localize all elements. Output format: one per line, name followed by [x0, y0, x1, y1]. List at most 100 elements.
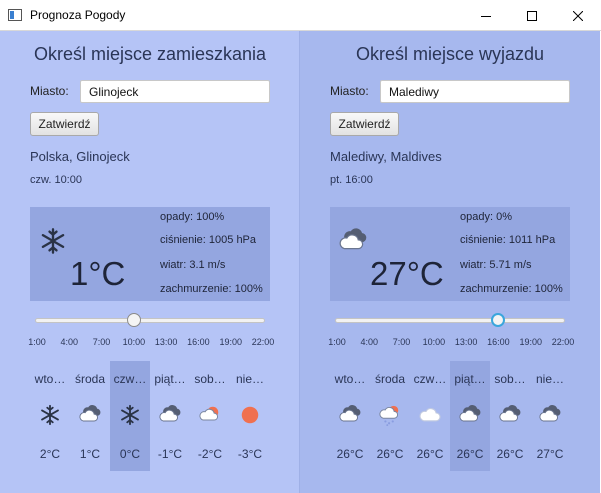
- forecast-day[interactable]: czw… 0°C: [110, 361, 150, 471]
- location-text: Polska, Glinojeck: [30, 149, 130, 164]
- cloud-icon: [78, 404, 102, 426]
- forecast-day[interactable]: sob… -2°C: [190, 361, 230, 471]
- hour-tick-label: 10:00: [422, 337, 446, 347]
- snowflake-icon: [38, 227, 68, 255]
- close-icon: [573, 10, 583, 21]
- forecast-day-temp: 26°C: [496, 447, 524, 461]
- forecast-day[interactable]: sob… 26°C: [490, 361, 530, 471]
- precipitation-text: opady: 100%: [160, 211, 225, 223]
- hour-tick-label: 13:00: [454, 337, 478, 347]
- forecast-day[interactable]: nie… -3°C: [230, 361, 270, 471]
- hour-slider-thumb[interactable]: [126, 313, 141, 327]
- hour-tick-label: 7:00: [92, 337, 111, 347]
- hour-tick-label: 16:00: [187, 337, 210, 347]
- city-input[interactable]: [380, 80, 570, 103]
- destination-panel: Określ miejsce wyjazdu Miasto: Zatwierdź…: [300, 31, 600, 493]
- minimize-button[interactable]: [463, 0, 509, 31]
- forecast-day[interactable]: wto… 2°C: [30, 361, 70, 471]
- cloud-icon: [458, 404, 482, 426]
- pressure-text: ciśnienie: 1005 hPa: [160, 234, 257, 246]
- forecast-day-temp: 0°C: [119, 447, 141, 461]
- hour-tick-label: 19:00: [519, 337, 542, 347]
- minimize-icon: [481, 15, 491, 17]
- sun-icon: [238, 404, 262, 426]
- forecast-day-name: wto…: [34, 372, 66, 386]
- city-input[interactable]: [80, 80, 270, 103]
- forecast-day-temp: -2°C: [197, 447, 223, 461]
- white-cloud-icon: [418, 404, 442, 426]
- app-icon: [8, 9, 22, 21]
- hour-tick-label: 7:00: [392, 337, 411, 347]
- wind-text: wiatr: 3.1 m/s: [160, 259, 226, 271]
- pressure-text: ciśnienie: 1011 hPa: [460, 234, 556, 246]
- hour-tick-label: 1:00: [328, 337, 346, 347]
- submit-button[interactable]: Zatwierdź: [330, 112, 399, 136]
- close-button[interactable]: [555, 0, 601, 31]
- local-datetime: pt. 16:00: [330, 174, 373, 186]
- title-bar: Prognoza Pogody: [0, 0, 601, 31]
- forecast-day-temp: 26°C: [376, 447, 404, 461]
- current-weather-box: 27°C opady: 0% ciśnienie: 1011 hPa wiatr…: [330, 207, 570, 301]
- home-location-panel: Określ miejsce zamieszkania Miasto: Zatw…: [0, 31, 300, 493]
- hour-tick-label: 10:00: [122, 337, 146, 347]
- location-text: Malediwy, Maldives: [330, 149, 442, 164]
- forecast-day-name: sob…: [494, 372, 526, 386]
- forecast-day-temp: 26°C: [416, 447, 444, 461]
- hour-tick-label: 22:00: [551, 337, 575, 347]
- cloud-icon: [498, 404, 522, 426]
- forecast-day-temp: 27°C: [536, 447, 564, 461]
- hour-slider-track[interactable]: [335, 318, 565, 323]
- forecast-day-temp: 1°C: [79, 447, 101, 461]
- forecast-day-name: piąt…: [154, 372, 186, 386]
- cloudiness-text: zachmurzenie: 100%: [160, 283, 263, 295]
- snowflake-icon: [118, 404, 142, 426]
- forecast-day-temp: -1°C: [157, 447, 183, 461]
- hour-tick-label: 4:00: [360, 337, 379, 347]
- precipitation-text: opady: 0%: [460, 211, 512, 223]
- forecast-day-name: czw…: [113, 372, 147, 386]
- forecast-day[interactable]: środa 26°C: [370, 361, 410, 471]
- forecast-day-name: nie…: [235, 372, 264, 386]
- city-label: Miasto:: [30, 84, 69, 98]
- forecast-day-name: nie…: [535, 372, 564, 386]
- cloudiness-text: zachmurzenie: 100%: [460, 283, 563, 295]
- current-temperature: 27°C: [370, 255, 444, 292]
- hour-tick-label: 19:00: [219, 337, 242, 347]
- maximize-button[interactable]: [509, 0, 555, 31]
- wind-text: wiatr: 5.71 m/s: [460, 259, 532, 271]
- hour-slider-thumb[interactable]: [491, 313, 506, 327]
- cloud-icon: [538, 404, 562, 426]
- forecast-day-name: piąt…: [454, 372, 486, 386]
- hour-tick-label: 22:00: [251, 337, 275, 347]
- window-title: Prognoza Pogody: [30, 8, 126, 22]
- submit-button[interactable]: Zatwierdź: [30, 112, 99, 136]
- forecast-day[interactable]: czw… 26°C: [410, 361, 450, 471]
- forecast-day[interactable]: wto… 26°C: [330, 361, 370, 471]
- local-datetime: czw. 10:00: [30, 174, 82, 186]
- snowflake-icon: [38, 404, 62, 426]
- maximize-icon: [527, 10, 537, 21]
- sun-cloud-icon: [198, 404, 222, 426]
- forecast-day[interactable]: środa 1°C: [70, 361, 110, 471]
- forecast-day[interactable]: piąt… 26°C: [450, 361, 490, 471]
- current-temperature: 1°C: [70, 255, 126, 292]
- forecast-day-name: czw…: [413, 372, 447, 386]
- panel-heading: Określ miejsce zamieszkania: [33, 44, 267, 64]
- forecast-day-name: wto…: [334, 372, 366, 386]
- city-label: Miasto:: [330, 84, 369, 98]
- current-weather-box: 1°C opady: 100% ciśnienie: 1005 hPa wiat…: [30, 207, 270, 301]
- forecast-day[interactable]: piąt… -1°C: [150, 361, 190, 471]
- forecast-day-temp: 26°C: [336, 447, 364, 461]
- panel-heading: Określ miejsce wyjazdu: [355, 44, 545, 64]
- hour-tick-label: 1:00: [28, 337, 46, 347]
- forecast-day-temp: -3°C: [237, 447, 263, 461]
- forecast-day[interactable]: nie… 27°C: [530, 361, 570, 471]
- sun-rain-cloud-icon: [378, 404, 402, 426]
- hour-tick-label: 4:00: [60, 337, 79, 347]
- forecast-day-name: środa: [374, 372, 406, 386]
- cloud-icon: [338, 404, 362, 426]
- cloud-icon: [338, 227, 368, 255]
- cloud-icon: [158, 404, 182, 426]
- hour-tick-label: 13:00: [154, 337, 178, 347]
- hour-slider-track[interactable]: [35, 318, 265, 323]
